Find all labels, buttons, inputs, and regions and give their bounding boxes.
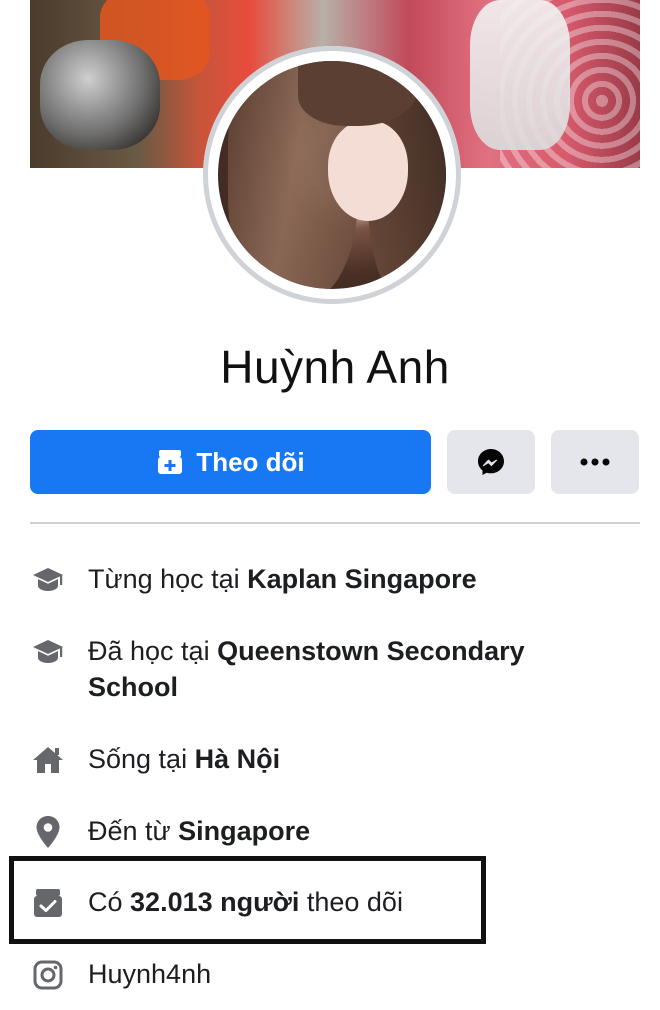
profile-name: Huỳnh Anh xyxy=(220,341,450,393)
city-link[interactable]: Hà Nội xyxy=(195,744,281,774)
cover-detail xyxy=(40,40,160,150)
profile-avatar[interactable] xyxy=(218,61,446,289)
intro-item-text: Sống tại Hà Nội xyxy=(88,744,281,774)
graduation-cap-icon xyxy=(30,634,66,670)
intro-item-text: Từng học tại Kaplan Singapore xyxy=(88,564,477,594)
instagram-handle-link[interactable]: Huynh4nh xyxy=(88,956,211,992)
follow-icon xyxy=(158,450,183,474)
intro-item-text: Đến từ Singapore xyxy=(88,816,311,846)
more-dots-icon xyxy=(580,458,610,466)
cover-detail xyxy=(470,0,570,150)
highlight-annotation-box xyxy=(9,856,486,944)
instagram-icon xyxy=(30,957,66,993)
messenger-button[interactable] xyxy=(447,430,535,494)
intro-item-text: Đã học tại Queenstown Secondary School xyxy=(88,636,525,702)
follow-button-label: Theo dõi xyxy=(196,446,305,477)
messenger-icon xyxy=(478,449,504,475)
avatar-detail xyxy=(328,121,408,221)
intro-item-from: Đến từ Singapore xyxy=(30,813,650,850)
intro-item-education-1: Từng học tại Kaplan Singapore xyxy=(30,561,650,598)
location-pin-icon xyxy=(30,814,66,850)
intro-item-education-2: Đã học tại Queenstown Secondary School xyxy=(30,633,650,705)
more-options-button[interactable] xyxy=(551,430,639,494)
home-icon xyxy=(30,742,66,778)
school-link[interactable]: Kaplan Singapore xyxy=(247,564,477,594)
graduation-cap-icon xyxy=(30,562,66,598)
section-divider xyxy=(30,522,640,524)
intro-item-instagram: Huynh4nh xyxy=(30,956,650,993)
intro-item-lives-in: Sống tại Hà Nội xyxy=(30,741,650,778)
follow-button[interactable]: Theo dõi xyxy=(30,430,431,494)
hometown-link[interactable]: Singapore xyxy=(178,816,310,846)
